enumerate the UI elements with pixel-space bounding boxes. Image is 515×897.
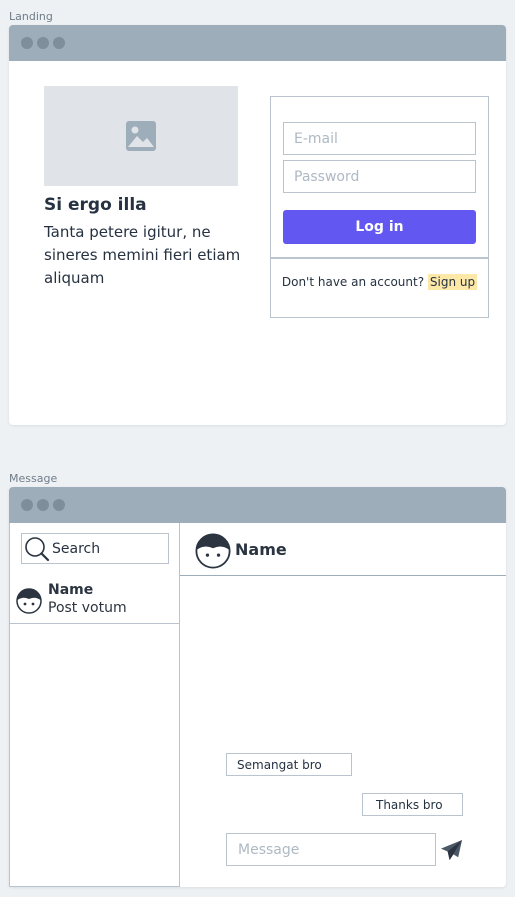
search-placeholder: Search	[52, 540, 101, 557]
window-control-dot[interactable]	[37, 37, 49, 49]
window-control-dot[interactable]	[53, 499, 65, 511]
search-input[interactable]: Search	[21, 533, 169, 564]
hero-title: Si ergo illa	[44, 195, 147, 215]
signup-link[interactable]: Sign up	[427, 274, 478, 290]
chat-contact-name: Name	[235, 540, 287, 559]
avatar-icon	[195, 533, 231, 569]
chat-header: Name	[180, 523, 506, 576]
account-prompt: Don't have an account?	[281, 275, 425, 289]
avatar-icon	[16, 588, 42, 614]
signup-row: Don't have an account? Sign up	[271, 274, 488, 290]
window-control-dot[interactable]	[53, 37, 65, 49]
contact-name: Name	[48, 582, 94, 598]
password-field[interactable]: Password	[283, 160, 476, 193]
search-icon	[25, 536, 50, 561]
login-button[interactable]: Log in	[283, 210, 476, 244]
contacts-panel: Search Name Post votum	[9, 523, 180, 887]
login-form: E-mail Password Log in Don't have an acc…	[270, 96, 489, 318]
send-icon[interactable]	[440, 839, 463, 862]
hero-text: Tanta petere igitur, ne sineres memini f…	[44, 223, 241, 287]
landing-window: Si ergo illa Tanta petere igitur, ne sin…	[9, 25, 506, 425]
contact-preview: Post votum	[48, 600, 127, 616]
email-field[interactable]: E-mail	[283, 122, 476, 155]
image-placeholder-icon	[126, 121, 156, 151]
message-bubble: Thanks bro	[362, 793, 463, 816]
window-control-dot[interactable]	[21, 499, 33, 511]
messenger-body: Search Name Post votum Name Semangat bro…	[9, 523, 506, 887]
window-titlebar	[9, 487, 506, 523]
window-control-dot[interactable]	[37, 499, 49, 511]
contact-list-item[interactable]: Name Post votum	[10, 577, 179, 624]
landing-section-label: Landing	[9, 10, 53, 23]
divider	[271, 257, 488, 259]
message-window: Search Name Post votum Name Semangat bro…	[9, 487, 506, 887]
window-control-dot[interactable]	[21, 37, 33, 49]
hero-image-placeholder	[44, 86, 238, 186]
message-bubble: Semangat bro	[226, 753, 352, 776]
window-titlebar	[9, 25, 506, 61]
message-section-label: Message	[9, 472, 58, 485]
message-input[interactable]: Message	[226, 833, 436, 866]
